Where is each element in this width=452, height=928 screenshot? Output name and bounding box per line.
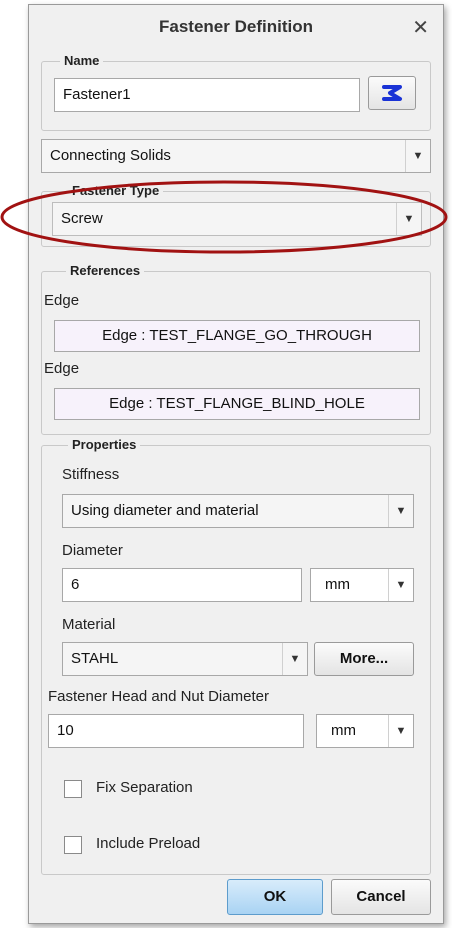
fastener-definition-dialog: Fastener Definition ✕ Name Fastener1 Con…: [28, 4, 444, 924]
diameter-unit-select[interactable]: mm ▼: [310, 568, 414, 602]
fix-separation-checkbox[interactable]: [64, 780, 82, 798]
include-preload-checkbox[interactable]: [64, 836, 82, 854]
reference-field-1[interactable]: Edge : TEST_FLANGE_GO_THROUGH: [54, 320, 420, 352]
reference-label-2: Edge: [44, 360, 80, 377]
material-label: Material: [62, 616, 116, 633]
head-nut-unit-value: mm: [331, 722, 356, 739]
reference-field-2[interactable]: Edge : TEST_FLANGE_BLIND_HOLE: [54, 388, 420, 420]
include-preload-label: Include Preload: [96, 835, 201, 852]
material-select[interactable]: STAHL ▼: [62, 642, 308, 676]
references-group: References Edge Edge : TEST_FLANGE_GO_TH…: [41, 263, 431, 435]
material-value: STAHL: [71, 650, 119, 667]
chevron-down-icon: ▼: [403, 213, 415, 225]
fastener-type-value: Screw: [61, 210, 103, 227]
close-icon[interactable]: ✕: [412, 15, 429, 40]
select-geometry-icon: [382, 85, 402, 101]
properties-group: Properties Stiffness Using diameter and …: [41, 437, 431, 875]
title-bar: Fastener Definition ✕: [29, 5, 443, 49]
fastener-type-group: Fastener Type Screw ▼: [41, 183, 431, 247]
chevron-down-icon: ▼: [395, 725, 407, 737]
reference-label-1: Edge: [44, 292, 80, 309]
fastener-type-select[interactable]: Screw ▼: [52, 202, 422, 236]
chevron-down-icon: ▼: [395, 579, 407, 591]
head-nut-diameter-input[interactable]: 10: [48, 714, 304, 748]
head-nut-unit-select[interactable]: mm ▼: [316, 714, 414, 748]
properties-legend: Properties: [68, 437, 141, 452]
connection-type-select[interactable]: Connecting Solids ▼: [41, 139, 431, 173]
name-legend: Name: [60, 53, 104, 68]
references-legend: References: [66, 263, 145, 278]
chevron-down-icon: ▼: [395, 505, 407, 517]
stiffness-label: Stiffness: [62, 466, 120, 483]
stiffness-select[interactable]: Using diameter and material ▼: [62, 494, 414, 528]
fastener-type-legend: Fastener Type: [68, 183, 164, 198]
connection-type-value: Connecting Solids: [50, 147, 171, 164]
stiffness-value: Using diameter and material: [71, 502, 259, 519]
chevron-down-icon: ▼: [289, 653, 301, 665]
name-input[interactable]: Fastener1: [54, 78, 360, 112]
cancel-button[interactable]: Cancel: [331, 879, 431, 915]
select-geometry-button[interactable]: [368, 76, 416, 110]
dialog-title: Fastener Definition: [159, 17, 313, 36]
fix-separation-label: Fix Separation: [96, 779, 193, 796]
diameter-unit-value: mm: [325, 576, 350, 593]
diameter-label: Diameter: [62, 542, 123, 559]
ok-button[interactable]: OK: [227, 879, 323, 915]
head-nut-diameter-label: Fastener Head and Nut Diameter: [48, 688, 269, 705]
diameter-input[interactable]: 6: [62, 568, 302, 602]
chevron-down-icon: ▼: [412, 150, 424, 162]
more-button[interactable]: More...: [314, 642, 414, 676]
name-group: Name Fastener1: [41, 53, 431, 131]
